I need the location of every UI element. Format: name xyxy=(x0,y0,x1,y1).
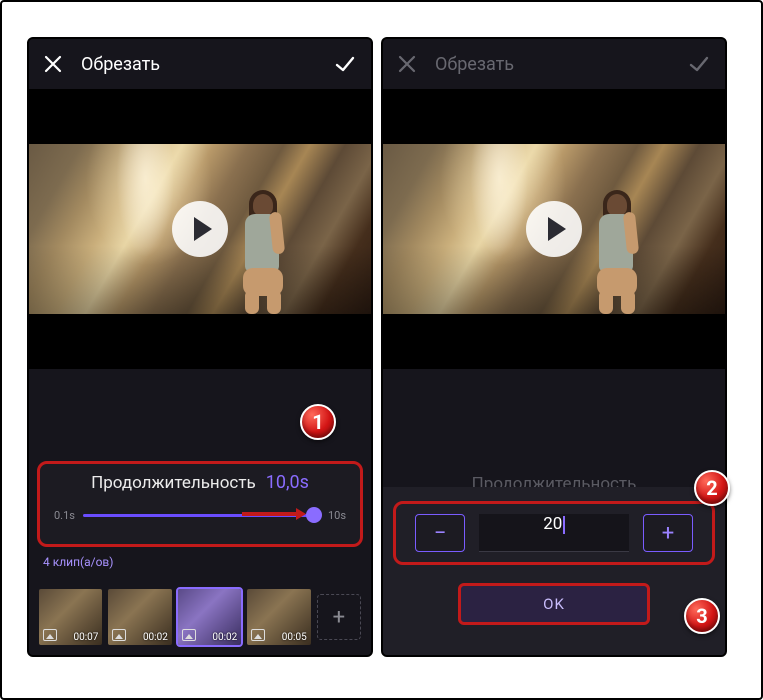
page-title: Обрезать xyxy=(435,54,687,75)
ok-button[interactable]: OK xyxy=(458,583,650,625)
confirm-icon[interactable] xyxy=(333,52,357,76)
decrement-button[interactable]: − xyxy=(415,514,465,552)
clip-duration: 00:05 xyxy=(282,632,307,643)
video-preview-area xyxy=(383,89,725,369)
increment-button[interactable]: + xyxy=(643,514,693,552)
clip-duration: 00:02 xyxy=(212,632,237,643)
clip-thumbnail[interactable]: 00:05 xyxy=(247,589,310,645)
close-icon[interactable] xyxy=(43,54,63,74)
duration-value[interactable]: 10,0s xyxy=(266,472,309,493)
plus-icon: + xyxy=(662,521,674,546)
controls-area: Продолжительность − 20 + OK xyxy=(383,369,725,655)
topbar: Обрезать xyxy=(29,39,371,89)
minus-icon: − xyxy=(434,521,447,546)
duration-input-value: 20 xyxy=(543,514,562,534)
video-subject-illustration xyxy=(223,164,303,314)
stepper-sheet: − 20 + OK xyxy=(383,487,725,655)
duration-input[interactable]: 20 xyxy=(479,514,629,552)
video-preview-area xyxy=(29,89,371,369)
duration-stepper: − 20 + xyxy=(393,501,715,565)
clip-thumbnail[interactable]: 00:02 xyxy=(108,589,171,645)
plus-icon: + xyxy=(333,605,345,630)
clip-duration: 00:07 xyxy=(74,632,99,643)
clip-thumbnail-selected[interactable]: 00:02 xyxy=(178,589,241,645)
close-icon[interactable] xyxy=(397,54,417,74)
annotation-badge-3: 3 xyxy=(684,598,720,634)
duration-label: Продолжительность xyxy=(91,473,256,493)
topbar: Обрезать xyxy=(383,39,725,89)
video-preview xyxy=(383,144,725,314)
page-title: Обрезать xyxy=(81,54,333,75)
caret-icon xyxy=(563,516,565,534)
clip-thumbnails: 00:07 00:02 00:02 00:05 + xyxy=(39,589,361,645)
play-icon[interactable] xyxy=(526,201,582,257)
image-icon xyxy=(251,629,265,641)
video-subject-illustration xyxy=(577,164,657,314)
add-clip-button[interactable]: + xyxy=(317,594,361,640)
video-preview xyxy=(29,144,371,314)
slider-max-label: 10s xyxy=(328,509,346,522)
annotation-badge-2: 2 xyxy=(694,470,730,506)
clip-count-label: 4 клип(а/ов) xyxy=(43,555,113,569)
play-icon[interactable] xyxy=(172,201,228,257)
phone-right: Обрезать Продолжительность − xyxy=(381,37,727,657)
slider-thumb[interactable] xyxy=(306,507,322,523)
ok-label: OK xyxy=(543,595,565,613)
confirm-icon[interactable] xyxy=(687,52,711,76)
phone-left: Обрезать Продолжительность 10,0s 0.1s xyxy=(27,37,373,657)
duration-slider[interactable] xyxy=(83,507,320,523)
image-icon xyxy=(43,629,57,641)
image-icon xyxy=(182,629,196,641)
clip-thumbnail[interactable]: 00:07 xyxy=(39,589,102,645)
duration-panel: Продолжительность 10,0s 0.1s 10s xyxy=(37,461,363,547)
clip-duration: 00:02 xyxy=(143,632,168,643)
annotation-badge-1: 1 xyxy=(300,404,336,440)
image-icon xyxy=(112,629,126,641)
slider-min-label: 0.1s xyxy=(54,509,75,522)
